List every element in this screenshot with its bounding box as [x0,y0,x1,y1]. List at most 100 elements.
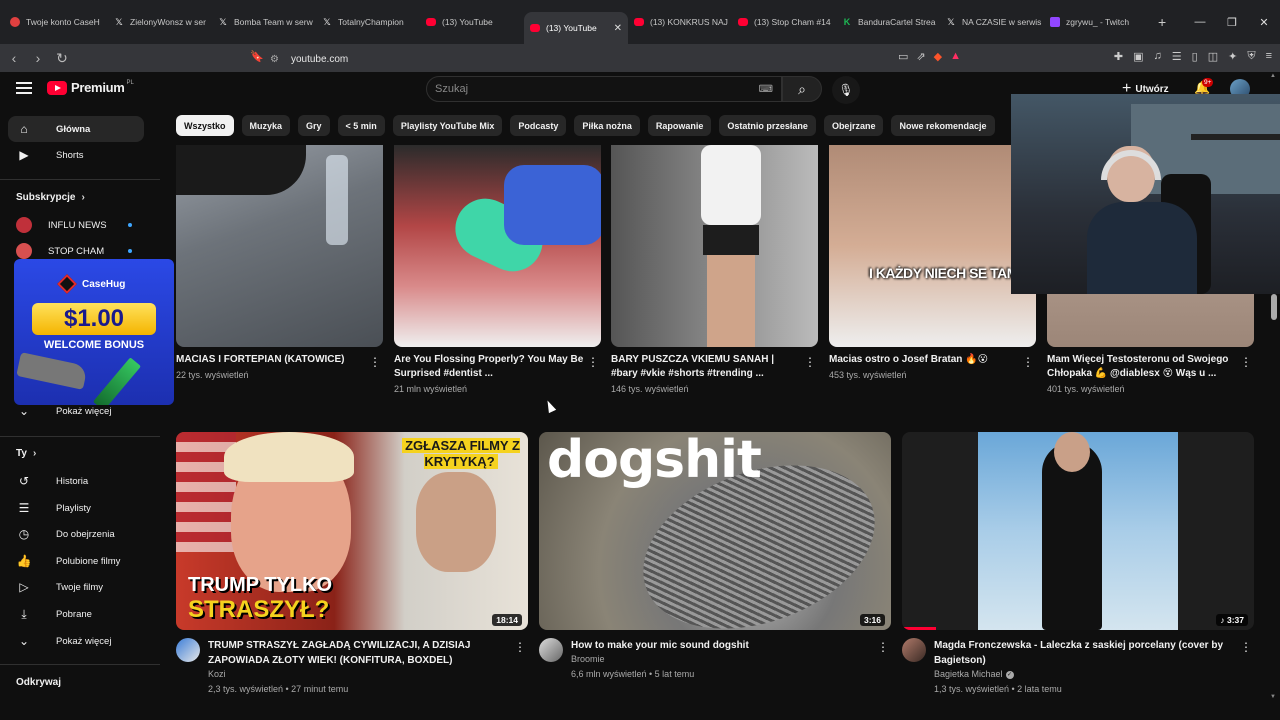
chip[interactable]: Podcasty [510,115,567,136]
casehug-ad-overlay[interactable]: CaseHug $1.00 WELCOME BONUS [14,259,174,405]
browser-tab[interactable]: Twoje konto CaseH [4,8,108,36]
minimize-icon[interactable]: — [1184,16,1216,28]
short-title[interactable]: Mam Więcej Testosteronu od Swojego Chłop… [1047,353,1237,381]
short-card[interactable]: BARY PUSZCZA VKIEMU SANAH | #bary #vkie … [611,145,818,394]
back-icon[interactable]: ‹ [4,50,24,66]
video-card[interactable]: dogshit 3:16 How to make your mic sound … [539,432,891,679]
vpn-icon[interactable]: ⛨ [1247,50,1255,63]
brave-rewards-icon[interactable]: ▲ [950,50,961,63]
sidebar-item-home[interactable]: ⌂ Główna [8,116,144,142]
close-tab-icon[interactable]: ✕ [614,23,622,34]
short-thumbnail[interactable] [394,145,601,347]
chip[interactable]: < 5 min [337,115,385,136]
search-input[interactable]: Szukaj ⌨ [426,76,782,102]
share-icon[interactable]: ⇗ [916,50,925,63]
channel-avatar[interactable] [539,638,563,662]
short-card[interactable]: I KAŻDY NIECH SE TAM Macias ostro o Jose… [829,145,1036,380]
video-title[interactable]: How to make your mic sound dogshit [571,638,871,653]
browser-tab[interactable]: (13) KONKRUS NAJ [628,8,732,36]
site-settings-icon[interactable]: ⚙ [270,54,279,65]
brave-shields-icon[interactable]: ◆ [934,50,942,63]
video-card[interactable]: ♪ 3:37 Magda Fronczewska - Laleczka z sa… [902,432,1254,694]
video-thumbnail[interactable]: dogshit 3:16 [539,432,891,630]
chip[interactable]: Muzyka [241,115,291,136]
subscription-item[interactable]: INFLU NEWS [8,212,144,238]
chip-all[interactable]: Wszystko [176,115,234,136]
keyboard-icon[interactable]: ⌨ [759,84,773,95]
sidebar-item-liked[interactable]: 👍 Polubione filmy [8,548,144,574]
short-title[interactable]: MACIAS I FORTEPIAN (KATOWICE) [176,353,366,367]
more-options-icon[interactable]: ⋮ [877,640,889,654]
short-thumbnail[interactable] [611,145,818,347]
short-title[interactable]: Are You Flossing Properly? You May Be Su… [394,353,584,381]
video-title[interactable]: TRUMP STRASZYŁ ZAGŁADĄ CYWILIZACJI, A DZ… [208,638,508,668]
channel-name[interactable]: Kozi [208,669,226,679]
music-icon[interactable]: ♫ [1154,50,1162,63]
chip[interactable]: Piłka nożna [574,115,640,136]
short-thumbnail[interactable] [176,145,383,347]
video-card[interactable]: ZGŁASZA FILMY Z KRYTYKĄ? TRUMP TYLKO STR… [176,432,528,694]
browser-tab[interactable]: K BanduraCartel Strea [836,8,940,36]
browser-tab[interactable]: 𝕏 NA CZASIE w serwis [940,8,1044,36]
scrollbar-thumb[interactable] [1271,294,1277,320]
bookmark-icon[interactable]: 🔖 [250,50,264,63]
short-card[interactable]: MACIAS I FORTEPIAN (KATOWICE) 22 tys. wy… [176,145,383,380]
chip[interactable]: Rapowanie [647,115,712,136]
sidebar-item-history[interactable]: ↺ Historia [8,468,144,494]
browser-tab-active[interactable]: (13) YouTube ✕ [524,12,628,44]
reading-list-icon[interactable]: ☰ [1172,50,1182,63]
youtube-logo[interactable]: Premium PL [47,80,134,95]
sidebar-item-downloads[interactable]: ⤓ Pobrane [8,601,144,627]
new-tab-icon[interactable]: + [1158,14,1166,30]
cast-icon[interactable]: ▭ [898,50,908,63]
you-heading[interactable]: Ty › [16,448,36,459]
chip[interactable]: Nowe rekomendacje [891,115,995,136]
browser-tab[interactable]: zgrywu_ - Twitch [1044,8,1148,36]
more-options-icon[interactable]: ⋮ [514,640,526,654]
voice-search-button[interactable]: 🎙 [832,76,860,104]
sidebar-item-playlists[interactable]: ☰ Playlisty [8,495,144,521]
hamburger-menu-icon[interactable] [16,82,32,97]
scroll-down-icon[interactable]: ▼ [1270,694,1276,700]
short-title[interactable]: Macias ostro o Josef Bratan 🔥😮 [829,353,1019,367]
short-card[interactable]: Are You Flossing Properly? You May Be Su… [394,145,601,394]
more-options-icon[interactable]: ⋮ [1022,355,1034,369]
chip[interactable]: Playlisty YouTube Mix [392,115,503,136]
short-title[interactable]: BARY PUSZCZA VKIEMU SANAH | #bary #vkie … [611,353,801,381]
browser-tab[interactable]: 𝕏 TotalnyChampion [316,8,420,36]
short-thumbnail[interactable]: I KAŻDY NIECH SE TAM [829,145,1036,347]
menu-icon[interactable]: ≡ [1266,50,1272,63]
browser-tab[interactable]: 𝕏 ZielonyWonsz w ser [108,8,212,36]
sidebar-item-watch-later[interactable]: ◷ Do obejrzenia [8,521,144,547]
more-options-icon[interactable]: ⋮ [587,355,599,369]
channel-name[interactable]: Broomie [571,654,605,664]
search-button[interactable]: ⌕ [782,76,822,102]
sidebar-item-shorts[interactable]: ▶ Shorts [8,142,144,168]
url-field[interactable]: ⚙ youtube.com [270,49,990,69]
more-options-icon[interactable]: ⋮ [369,355,381,369]
extensions-icon[interactable]: ✚ [1114,50,1123,63]
chip[interactable]: Ostatnio przesłane [719,115,816,136]
screenshot-icon[interactable]: ▣ [1133,50,1143,63]
browser-tab[interactable]: 𝕏 Bomba Team w serw [212,8,316,36]
video-title[interactable]: Magda Fronczewska - Laleczka z saskiej p… [934,638,1234,668]
sidebar-item-show-more[interactable]: ⌄ Pokaż więcej [8,628,144,654]
scroll-up-icon[interactable]: ▲ [1270,73,1276,79]
browser-tab[interactable]: (13) YouTube [420,8,524,36]
leo-icon[interactable]: ✦ [1228,50,1237,63]
chip[interactable]: Obejrzane [823,115,884,136]
channel-avatar[interactable] [176,638,200,662]
channel-avatar[interactable] [902,638,926,662]
maximize-icon[interactable]: ❐ [1216,16,1248,29]
video-thumbnail[interactable]: ZGŁASZA FILMY Z KRYTYKĄ? TRUMP TYLKO STR… [176,432,528,630]
wallet-icon[interactable]: ◫ [1208,50,1218,63]
more-options-icon[interactable]: ⋮ [1240,640,1252,654]
forward-icon[interactable]: › [28,50,48,66]
video-thumbnail[interactable]: ♪ 3:37 [902,432,1254,630]
more-options-icon[interactable]: ⋮ [1240,355,1252,369]
sidebar-item-your-videos[interactable]: ▷ Twoje filmy [8,574,144,600]
subscriptions-heading[interactable]: Subskrypcje › [16,192,85,203]
reload-icon[interactable]: ↻ [52,50,72,67]
browser-tab[interactable]: (13) Stop Cham #14 [732,8,836,36]
more-options-icon[interactable]: ⋮ [804,355,816,369]
